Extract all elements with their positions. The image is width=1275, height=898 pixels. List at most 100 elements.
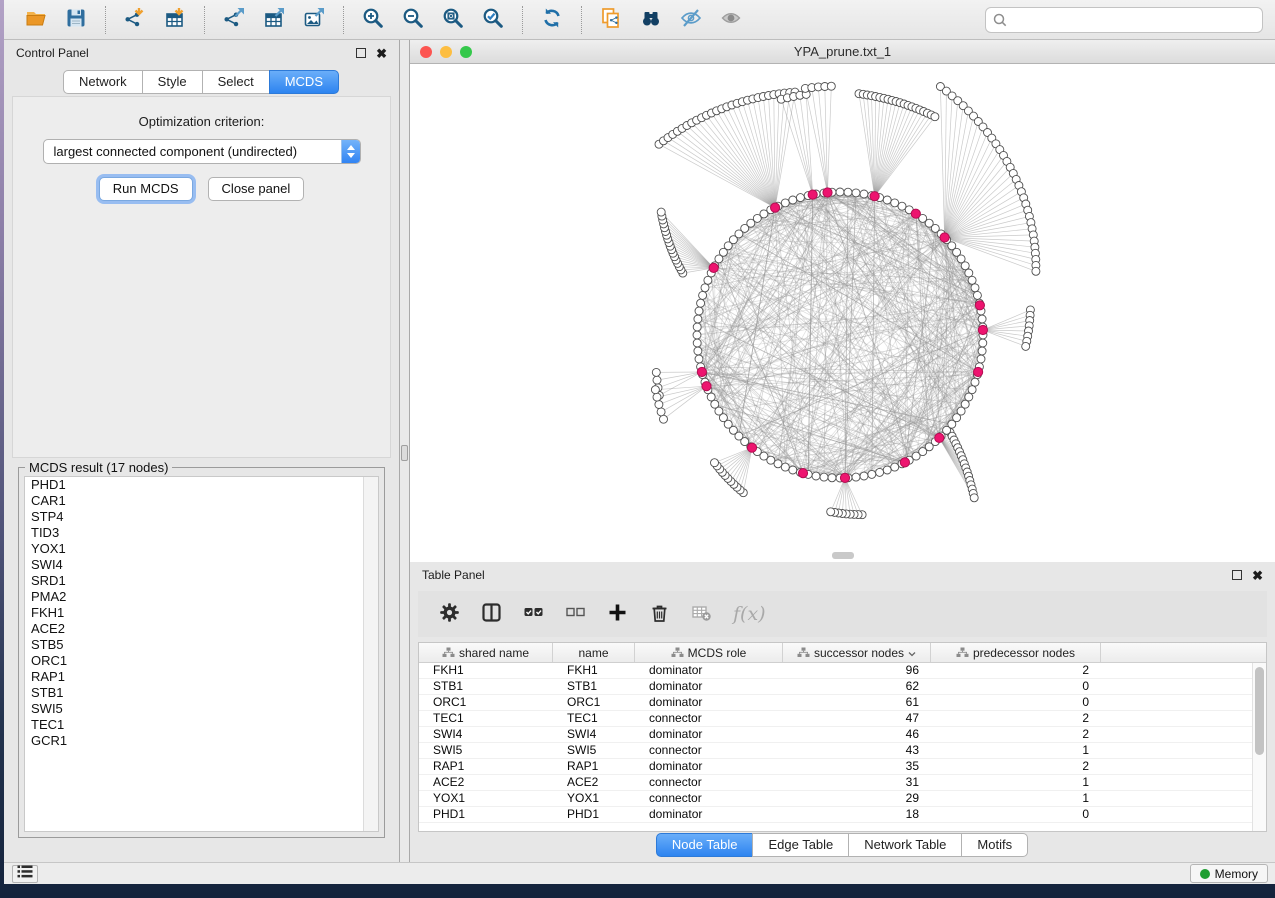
table-row[interactable]: SWI5SWI5connector431 — [419, 743, 1266, 759]
table-cell[interactable]: 2 — [931, 759, 1101, 774]
table-row[interactable]: YOX1YOX1connector291 — [419, 791, 1266, 807]
table-cell[interactable]: 1 — [931, 743, 1101, 758]
table-cell[interactable]: ACE2 — [419, 775, 553, 790]
refresh-button[interactable] — [532, 4, 572, 36]
column-header-name[interactable]: name — [553, 643, 635, 662]
splitter-handle-icon[interactable] — [401, 445, 408, 461]
add-row-button[interactable] — [607, 602, 628, 626]
table-scrollbar-thumb[interactable] — [1255, 667, 1264, 755]
import-table-button[interactable] — [155, 4, 195, 36]
table-cell[interactable]: PHD1 — [553, 807, 635, 822]
list-item[interactable]: STB1 — [25, 685, 378, 701]
table-cell[interactable]: 35 — [783, 759, 931, 774]
unselect-all-button[interactable] — [565, 602, 586, 626]
status-menu-button[interactable] — [12, 865, 38, 883]
tab-node-table[interactable]: Node Table — [656, 833, 754, 857]
table-cell[interactable]: RAP1 — [553, 759, 635, 774]
table-cell[interactable]: 0 — [931, 807, 1101, 822]
zoom-in-button[interactable] — [353, 4, 393, 36]
table-cell[interactable]: 46 — [783, 727, 931, 742]
select-all-button[interactable] — [523, 602, 544, 626]
table-row[interactable]: ACE2ACE2connector311 — [419, 775, 1266, 791]
table-cell[interactable]: 1 — [931, 791, 1101, 806]
table-cell[interactable]: 2 — [931, 663, 1101, 678]
table-cell[interactable]: 1 — [931, 775, 1101, 790]
float-table-panel-icon[interactable] — [1232, 570, 1242, 580]
table-columns-button[interactable] — [481, 602, 502, 626]
list-item[interactable]: ACE2 — [25, 621, 378, 637]
table-cell[interactable]: 61 — [783, 695, 931, 710]
table-cell[interactable]: SWI4 — [553, 727, 635, 742]
list-item[interactable]: TID3 — [25, 525, 378, 541]
table-cell[interactable]: STB1 — [553, 679, 635, 694]
list-item[interactable]: PMA2 — [25, 589, 378, 605]
list-item[interactable]: ORC1 — [25, 653, 378, 669]
tab-motifs[interactable]: Motifs — [961, 833, 1028, 857]
table-cell[interactable]: 29 — [783, 791, 931, 806]
table-cell[interactable]: 2 — [931, 727, 1101, 742]
table-cell[interactable]: dominator — [635, 663, 783, 678]
list-item[interactable]: CAR1 — [25, 493, 378, 509]
table-row[interactable]: FKH1FKH1dominator962 — [419, 663, 1266, 679]
show-details-button[interactable] — [711, 4, 751, 36]
table-cell[interactable]: 18 — [783, 807, 931, 822]
table-scrollbar[interactable] — [1252, 663, 1266, 831]
table-cell[interactable]: 96 — [783, 663, 931, 678]
mcds-result-list[interactable]: PHD1CAR1STP4TID3YOX1SWI4SRD1PMA2FKH1ACE2… — [24, 476, 379, 832]
export-table-button[interactable] — [254, 4, 294, 36]
list-item[interactable]: SWI5 — [25, 701, 378, 717]
table-cell[interactable]: connector — [635, 791, 783, 806]
table-cell[interactable]: 47 — [783, 711, 931, 726]
table-cell[interactable]: 2 — [931, 711, 1101, 726]
list-item[interactable]: PHD1 — [25, 477, 378, 493]
table-cell[interactable]: dominator — [635, 695, 783, 710]
zoom-fit-button[interactable] — [433, 4, 473, 36]
float-panel-icon[interactable] — [356, 48, 366, 58]
table-cell[interactable]: 43 — [783, 743, 931, 758]
network-canvas[interactable] — [410, 64, 1275, 562]
table-cell[interactable]: PHD1 — [419, 807, 553, 822]
column-header-shared-name[interactable]: shared name — [419, 643, 553, 662]
zoom-out-button[interactable] — [393, 4, 433, 36]
table-cell[interactable]: connector — [635, 743, 783, 758]
list-item[interactable]: TEC1 — [25, 717, 378, 733]
table-cell[interactable]: 31 — [783, 775, 931, 790]
import-network-button[interactable] — [115, 4, 155, 36]
binoculars-button[interactable] — [631, 4, 671, 36]
table-cell[interactable]: 0 — [931, 695, 1101, 710]
list-item[interactable]: STP4 — [25, 509, 378, 525]
table-cell[interactable]: TEC1 — [553, 711, 635, 726]
search-input[interactable] — [985, 7, 1263, 33]
table-cell[interactable]: RAP1 — [419, 759, 553, 774]
table-cell[interactable]: 62 — [783, 679, 931, 694]
list-item[interactable]: SRD1 — [25, 573, 378, 589]
tab-style[interactable]: Style — [142, 70, 203, 94]
canvas-hscroll-thumb[interactable] — [832, 552, 854, 559]
table-cell[interactable]: dominator — [635, 727, 783, 742]
table-cell[interactable]: FKH1 — [553, 663, 635, 678]
export-image-button[interactable] — [294, 4, 334, 36]
list-item[interactable]: RAP1 — [25, 669, 378, 685]
table-cell[interactable]: ORC1 — [419, 695, 553, 710]
clone-network-button[interactable] — [591, 4, 631, 36]
column-header-successor-nodes[interactable]: successor nodes — [783, 643, 931, 662]
table-cell[interactable]: dominator — [635, 679, 783, 694]
delete-row-button[interactable] — [649, 602, 670, 626]
tab-select[interactable]: Select — [202, 70, 270, 94]
table-row[interactable]: RAP1RAP1dominator352 — [419, 759, 1266, 775]
list-item[interactable]: YOX1 — [25, 541, 378, 557]
table-cell[interactable]: dominator — [635, 807, 783, 822]
gear-button[interactable] — [439, 602, 460, 626]
table-cell[interactable]: YOX1 — [419, 791, 553, 806]
list-item[interactable]: FKH1 — [25, 605, 378, 621]
run-mcds-button[interactable]: Run MCDS — [99, 177, 193, 201]
memory-button[interactable]: Memory — [1190, 864, 1268, 883]
tab-network[interactable]: Network — [63, 70, 143, 94]
table-cell[interactable]: TEC1 — [419, 711, 553, 726]
table-cell[interactable]: ORC1 — [553, 695, 635, 710]
table-cell[interactable]: ACE2 — [553, 775, 635, 790]
table-row[interactable]: ORC1ORC1dominator610 — [419, 695, 1266, 711]
table-row[interactable]: SWI4SWI4dominator462 — [419, 727, 1266, 743]
panel-splitter[interactable] — [400, 40, 410, 862]
criterion-dropdown[interactable]: largest connected component (undirected) — [43, 139, 361, 164]
